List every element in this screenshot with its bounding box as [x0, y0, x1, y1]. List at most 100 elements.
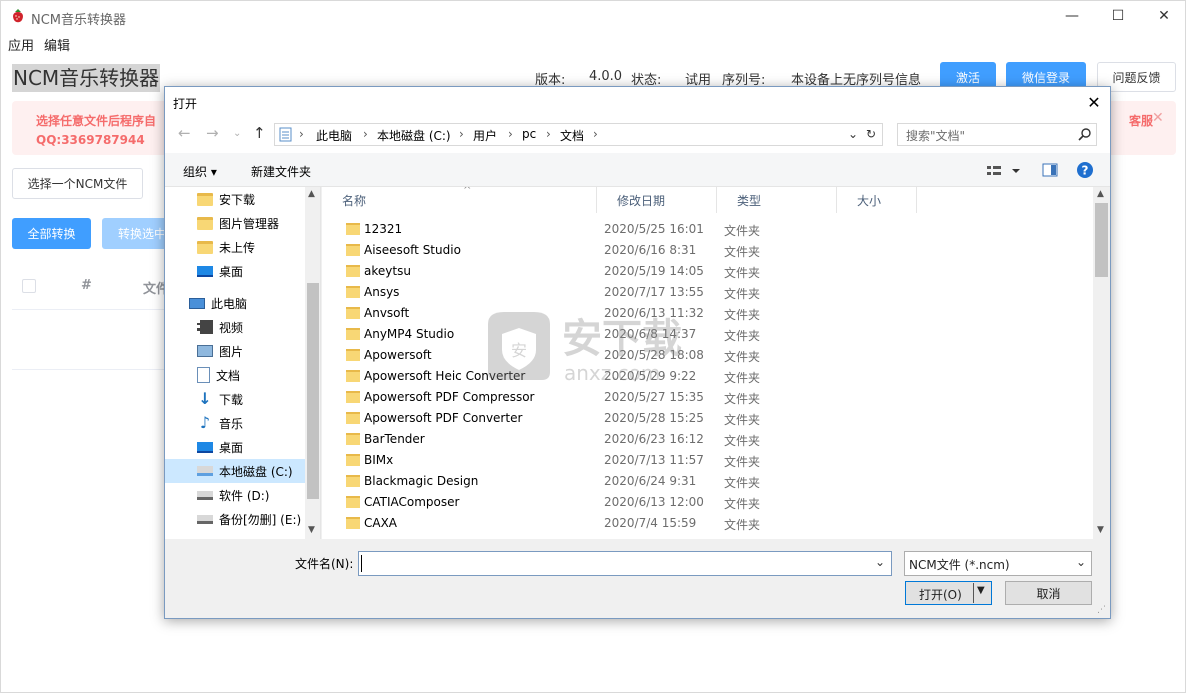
scroll-up-icon[interactable]: ▲: [1097, 189, 1104, 199]
file-row[interactable]: 12321 2020/5/25 16:01 文件夹: [342, 219, 1082, 240]
convert-selected-button[interactable]: 转换选中: [102, 218, 172, 249]
file-list-scrollbar[interactable]: ▲ ▼: [1093, 187, 1110, 539]
preview-pane-icon[interactable]: [1042, 163, 1058, 177]
breadcrumb-pc[interactable]: pc: [522, 127, 536, 141]
file-row[interactable]: CAXA 2020/7/4 15:59 文件夹: [342, 513, 1082, 534]
column-header-size[interactable]: 大小: [837, 187, 917, 213]
search-placeholder: 搜索"文档": [906, 129, 966, 143]
folder-icon: [346, 370, 360, 382]
nav-scrollbar-thumb[interactable]: [307, 283, 319, 499]
address-dropdown-icon[interactable]: ⌄: [848, 127, 858, 141]
nav-item-videos[interactable]: 视频: [197, 315, 320, 339]
file-row[interactable]: CATIAComposer 2020/6/13 12:00 文件夹: [342, 492, 1082, 513]
organize-menu[interactable]: 组织 ▾: [183, 163, 217, 180]
alert-close-icon[interactable]: ✕: [1152, 110, 1164, 126]
nav-item-not-uploaded[interactable]: 未上传: [197, 235, 320, 259]
folder-icon: [346, 517, 360, 529]
filename-dropdown-icon[interactable]: ⌄: [875, 555, 885, 569]
file-modified-date: 2020/6/16 8:31: [604, 243, 697, 257]
recent-dropdown-icon[interactable]: ⌄: [233, 128, 241, 139]
file-row[interactable]: Blackmagic Design 2020/6/24 9:31 文件夹: [342, 471, 1082, 492]
breadcrumb-separator: ›: [363, 127, 368, 141]
file-type: 文件夹: [724, 476, 761, 490]
nav-item-pictures[interactable]: 图片: [197, 339, 320, 363]
menu-app[interactable]: 应用: [8, 35, 34, 54]
back-arrow-icon[interactable]: ←: [178, 124, 191, 142]
nav-item-software-d[interactable]: 软件 (D:): [197, 483, 320, 507]
file-row[interactable]: Ansys 2020/7/17 13:55 文件夹: [342, 282, 1082, 303]
nav-item-desktop-2[interactable]: 桌面: [197, 435, 320, 459]
file-row[interactable]: Apowersoft PDF Compressor 2020/5/27 15:35…: [342, 387, 1082, 408]
scroll-up-icon[interactable]: ▲: [308, 189, 315, 199]
nav-item-this-pc[interactable]: 此电脑: [189, 291, 320, 315]
breadcrumb-separator: ›: [459, 127, 464, 141]
nav-item-picture-manager[interactable]: 图片管理器: [197, 211, 320, 235]
close-button[interactable]: ✕: [1141, 1, 1186, 31]
breadcrumb-users[interactable]: 用户: [473, 127, 497, 144]
nav-item-music[interactable]: ♪ 音乐: [197, 411, 320, 435]
column-header-name[interactable]: 名称: [322, 187, 597, 213]
file-type: 文件夹: [724, 329, 761, 343]
column-header-date[interactable]: 修改日期: [597, 187, 717, 213]
dialog-title-bar: 打开 ✕: [165, 87, 1110, 117]
file-type: 文件夹: [724, 224, 761, 238]
resize-grip-icon[interactable]: ⋰: [1097, 605, 1106, 615]
search-box[interactable]: 搜索"文档": [897, 123, 1097, 146]
column-header-type[interactable]: 类型: [717, 187, 837, 213]
nav-item-local-disk-c[interactable]: 本地磁盘 (C:): [165, 459, 305, 483]
open-button[interactable]: 打开(O) ▼: [905, 581, 992, 605]
file-row[interactable]: BarTender 2020/6/23 16:12 文件夹: [342, 429, 1082, 450]
convert-all-button[interactable]: 全部转换: [12, 218, 91, 249]
drive-icon: [197, 514, 213, 524]
select-all-checkbox[interactable]: [22, 279, 36, 293]
cancel-button[interactable]: 取消: [1005, 581, 1092, 605]
alert-message: 选择任意文件后程序自 QQ:3369787944: [36, 112, 156, 150]
menu-edit[interactable]: 编辑: [44, 35, 70, 54]
select-ncm-file-button[interactable]: 选择一个NCM文件: [12, 168, 143, 199]
maximize-button[interactable]: ☐: [1095, 1, 1141, 31]
file-name: CATIAComposer: [364, 495, 460, 509]
folder-icon: [346, 307, 360, 319]
folder-icon: [197, 192, 213, 206]
minimize-button[interactable]: —: [1049, 1, 1095, 31]
file-scrollbar-thumb[interactable]: [1095, 203, 1108, 277]
file-row[interactable]: Apowersoft PDF Converter 2020/5/28 15:25 文…: [342, 408, 1082, 429]
new-folder-button[interactable]: 新建文件夹: [251, 163, 311, 180]
file-name: 12321: [364, 222, 403, 236]
filetype-select[interactable]: NCM文件 (*.ncm) ⌄: [904, 551, 1092, 576]
scroll-down-icon[interactable]: ▼: [1097, 525, 1104, 535]
nav-item-label: 安下载: [219, 192, 256, 207]
view-options-icon[interactable]: [986, 164, 1022, 178]
watermark-text: 安下载: [562, 316, 682, 362]
file-row[interactable]: akeytsu 2020/5/19 14:05 文件夹: [342, 261, 1082, 282]
refresh-icon[interactable]: ↻: [866, 127, 876, 141]
table-divider: [12, 369, 166, 370]
dialog-close-button[interactable]: ✕: [1082, 90, 1106, 114]
open-options-dropdown-icon[interactable]: ▼: [977, 585, 985, 596]
folder-icon: [346, 454, 360, 466]
scroll-down-icon[interactable]: ▼: [308, 525, 315, 535]
nav-item-anxiazai[interactable]: 安下载: [197, 187, 320, 211]
file-row[interactable]: Aiseesoft Studio 2020/6/16 8:31 文件夹: [342, 240, 1082, 261]
nav-item-backup-e[interactable]: 备份[勿删] (E:): [197, 507, 320, 531]
file-modified-date: 2020/5/19 14:05: [604, 264, 704, 278]
file-modified-date: 2020/7/17 13:55: [604, 285, 704, 299]
breadcrumb-documents[interactable]: 文档: [560, 127, 584, 144]
nav-item-label: 桌面: [219, 440, 244, 455]
breadcrumb-local-disk[interactable]: 本地磁盘 (C:): [377, 127, 451, 144]
help-icon[interactable]: ?: [1076, 161, 1094, 179]
file-type: 文件夹: [724, 350, 761, 364]
breadcrumb-this-pc[interactable]: 此电脑: [316, 127, 352, 144]
nav-item-documents[interactable]: 文档: [197, 363, 320, 387]
nav-item-downloads[interactable]: ↓ 下载: [197, 387, 320, 411]
nav-scrollbar[interactable]: ▲ ▼: [305, 187, 320, 539]
folder-icon: [346, 265, 360, 277]
address-bar[interactable]: › 此电脑 › 本地磁盘 (C:) › 用户 › pc › 文档 › ⌄ ↻: [274, 123, 883, 146]
forward-arrow-icon[interactable]: →: [206, 124, 219, 142]
filename-input[interactable]: ⌄: [358, 551, 892, 576]
nav-item-label: 备份[勿删] (E:): [219, 512, 302, 527]
folder-icon: [346, 391, 360, 403]
file-row[interactable]: BIMx 2020/7/13 11:57 文件夹: [342, 450, 1082, 471]
up-arrow-icon[interactable]: ↑: [253, 124, 266, 142]
nav-item-desktop[interactable]: 桌面: [197, 259, 320, 283]
